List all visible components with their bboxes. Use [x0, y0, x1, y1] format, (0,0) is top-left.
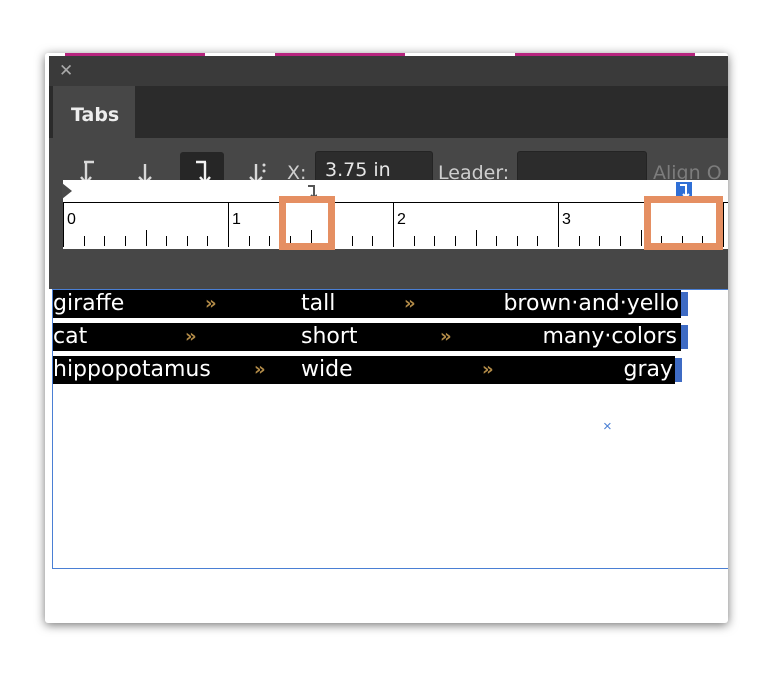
ruler-minor-tick [248, 236, 250, 246]
overset-marker [681, 292, 688, 316]
tab-character-icon: » [440, 326, 452, 347]
ruler-minor-tick [269, 236, 271, 246]
tab-character-icon: » [404, 293, 416, 314]
cursor-marker-icon: × [603, 418, 612, 435]
ruler-minor-tick [145, 230, 147, 246]
ruler-minor-tick [186, 236, 188, 246]
indent-marker-icon[interactable] [62, 183, 74, 201]
overset-marker [681, 325, 688, 349]
tab-stop-strip[interactable] [62, 180, 728, 203]
panel-titlebar: ✕ [49, 56, 728, 86]
ruler-minor-tick [475, 230, 477, 246]
ruler-minor-tick [351, 236, 353, 246]
ruler-number: 1 [232, 211, 241, 228]
tab-character-icon: » [185, 326, 197, 347]
ruler-number: 0 [67, 211, 76, 228]
row-cell: wide [301, 357, 353, 382]
ruler-minor-tick [434, 236, 436, 246]
row-cell: gray [623, 357, 673, 382]
row-cell: giraffe [53, 291, 125, 316]
ruler-minor-tick [619, 236, 621, 246]
document-window: ✕ Tabs X: 3.75 in Leader: Align O 0 1 2 … [45, 53, 728, 623]
row-cell: cat [53, 324, 88, 349]
ruler-minor-tick [599, 236, 601, 246]
ruler-minor-tick [104, 236, 106, 246]
row-cell: hippopotamus [53, 357, 211, 382]
ruler-minor-tick [372, 236, 374, 246]
tab-character-icon: » [254, 359, 266, 380]
panel-tab-row [49, 86, 728, 138]
ruler-minor-tick [454, 236, 456, 246]
ruler-number: 2 [397, 211, 406, 228]
tab-character-icon: » [205, 293, 217, 314]
selected-tab-stop-highlight [644, 196, 723, 250]
ruler-major-tick [228, 203, 229, 247]
table-row[interactable]: giraffe » tall » brown·and·yello [53, 290, 681, 318]
ruler-major-tick [558, 203, 559, 247]
ruler-minor-tick [124, 236, 126, 246]
ruler-minor-tick [83, 236, 85, 246]
close-icon[interactable]: ✕ [59, 62, 73, 79]
ruler[interactable]: 0 1 2 3 [63, 203, 728, 249]
ruler-minor-tick [578, 236, 580, 246]
ruler-major-tick [63, 203, 64, 247]
text-frame[interactable]: giraffe » tall » brown·and·yello cat » s… [52, 289, 728, 569]
ruler-number: 3 [562, 211, 571, 228]
table-row[interactable]: cat » short » many·colors [53, 323, 681, 351]
ruler-major-tick [723, 203, 724, 247]
ruler-minor-tick [207, 236, 209, 246]
ruler-minor-tick [537, 236, 539, 246]
ruler-minor-tick [516, 236, 518, 246]
tab-tabs-label: Tabs [71, 104, 120, 126]
end-of-story-marker [675, 358, 682, 382]
ruler-major-tick [393, 203, 394, 247]
ruler-minor-tick [496, 236, 498, 246]
tab-character-icon: » [482, 359, 494, 380]
row-cell: tall [301, 291, 336, 316]
tab-tabs[interactable]: Tabs [53, 86, 135, 138]
tab-stop-highlight [279, 196, 335, 250]
ruler-minor-tick [640, 230, 642, 246]
row-cell: brown·and·yello [503, 291, 679, 316]
row-cell: many·colors [542, 324, 677, 349]
tabs-panel: ✕ Tabs X: 3.75 in Leader: Align O 0 1 2 … [49, 56, 728, 289]
ruler-minor-tick [166, 236, 168, 246]
ruler-minor-tick [413, 236, 415, 246]
row-cell: short [301, 324, 358, 349]
table-row[interactable]: hippopotamus » wide » gray [53, 356, 675, 384]
